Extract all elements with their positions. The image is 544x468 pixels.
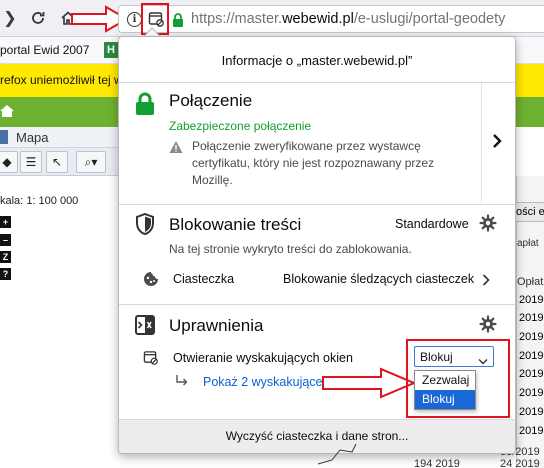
separator <box>119 204 515 205</box>
bg-year-3: 2019 <box>519 331 544 343</box>
bg-col-fragment: apłat <box>517 238 539 249</box>
screenshot-root: ❯ i https://master.webewid.pl/e-uslugi/p… <box>0 0 544 468</box>
map-zoom-in-button[interactable]: + <box>0 216 11 228</box>
lock-icon <box>172 13 184 27</box>
notification-text: refox uniemożliwił tej w <box>0 73 123 87</box>
map-line-decoration <box>318 443 357 465</box>
green-lock-icon <box>135 92 155 116</box>
option-blokuj[interactable]: Blokuj <box>415 390 475 409</box>
url-bar[interactable]: i https://master.webewid.pl/e-uslugi/por… <box>118 3 544 35</box>
permissions-settings-icon[interactable] <box>479 315 497 333</box>
chevron-right-small-icon <box>482 273 490 286</box>
back-icon[interactable]: ❯ <box>2 9 18 27</box>
bg-year-7: 2019 <box>519 406 544 418</box>
list-icon[interactable]: ☰ <box>20 151 42 173</box>
chevron-right-icon[interactable] <box>489 131 505 151</box>
shield-icon <box>135 212 155 236</box>
map-toolbar: ◆ ☰ ↖ ⌕▾ <box>0 148 130 176</box>
separator <box>119 304 515 305</box>
bg-year-1: 2019 <box>519 294 544 306</box>
option-zezwalaj[interactable]: Zezwalaj <box>415 371 475 390</box>
chevron-down-icon <box>478 353 488 365</box>
bookmark-favicon: H <box>104 42 118 58</box>
bookmark-portal-ewid[interactable]: portal Ewid 2007 <box>0 43 89 57</box>
map-zoom-out-button[interactable]: – <box>0 234 11 246</box>
annotation-arrow-dropdown <box>322 367 417 399</box>
bg-row-2: 194 2019 <box>414 458 460 468</box>
url-text[interactable]: https://master.webewid.pl/e-uslugi/porta… <box>191 11 505 27</box>
bg-year-4: 2019 <box>519 350 544 362</box>
cookies-value: Blokowanie śledzących ciasteczek <box>283 272 475 286</box>
content-blocking-heading: Blokowanie treści <box>169 215 302 234</box>
clear-cookies-button[interactable]: Wyczyść ciasteczka i dane stron... <box>119 419 515 453</box>
warning-icon <box>169 140 183 154</box>
cookie-icon <box>143 271 159 287</box>
app-tabstrip: Mapa <box>0 127 130 148</box>
connection-note-line-1: Połączenie zweryfikowane przez wystawcę <box>192 139 421 153</box>
map-zoom-extent-button[interactable]: Z <box>0 251 11 263</box>
arrow-return-icon <box>175 374 189 386</box>
clear-cookies-label: Wyczyść ciasteczka i dane stron... <box>225 429 409 443</box>
connection-section[interactable]: Połączenie Zabezpieczone połączenie Połą… <box>119 83 515 203</box>
content-blocking-settings-icon[interactable] <box>479 214 497 232</box>
permissions-heading: Uprawnienia <box>169 316 264 335</box>
cookies-label: Ciasteczka <box>173 272 235 286</box>
map-help-button[interactable]: ? <box>0 268 11 280</box>
permissions-icon <box>135 315 155 335</box>
popup-permission-select[interactable]: Blokuj <box>414 346 494 367</box>
bg-row-3: 24 2019 <box>500 458 540 468</box>
select-options-list: Zezwalaj Blokuj <box>414 370 476 410</box>
reload-icon[interactable] <box>28 7 48 29</box>
cookies-row[interactable]: Ciasteczka Blokowanie śledzących ciastec… <box>119 265 515 293</box>
tab-mapa[interactable]: Mapa <box>16 130 49 145</box>
select-value: Blokuj <box>420 350 453 364</box>
panel-title: Informacje o „master.webewid.pl” <box>221 53 413 68</box>
pointer-icon[interactable]: ↖ <box>46 151 68 173</box>
connection-status: Zabezpieczone połączenie <box>169 119 312 133</box>
zoom-icon[interactable]: ⌕▾ <box>76 151 106 173</box>
connection-heading: Połączenie <box>169 91 253 110</box>
layers-icon[interactable]: ◆ <box>0 151 18 173</box>
site-info-icon[interactable]: i <box>127 12 142 27</box>
bg-year-2: 2019 <box>519 312 544 324</box>
bg-year-5: 2019 <box>519 368 544 380</box>
bg-year-6: 2019 <box>519 387 544 399</box>
popup-blocked-icon[interactable] <box>148 11 164 27</box>
bg-year-8: 2019 <box>519 425 544 437</box>
popup-window-icon <box>143 350 158 365</box>
content-blocking-mode: Standardowe <box>395 217 469 231</box>
popup-permission-label: Otwieranie wyskakujących okien <box>173 351 353 365</box>
connection-note-line-3: Mozillę. <box>192 173 233 187</box>
content-blocking-description: Na tej stronie wykryto treści do zabloko… <box>169 242 412 256</box>
bg-col-header: Opłat <box>517 276 544 288</box>
bg-tab: ości e <box>513 202 544 222</box>
home-icon-app[interactable] <box>0 104 14 118</box>
right-background: ości e apłat Opłat 2019 2019 2019 2019 2… <box>513 176 544 468</box>
map-tab-icon <box>0 130 8 144</box>
connection-divider <box>481 83 482 203</box>
scale-label: kala: 1: 100 000 <box>0 195 79 207</box>
browser-toolbar: ❯ i https://master.webewid.pl/e-uslugi/p… <box>0 0 544 37</box>
connection-note-line-2: certyfikatu, który nie jest rozpoznawany… <box>192 156 435 170</box>
